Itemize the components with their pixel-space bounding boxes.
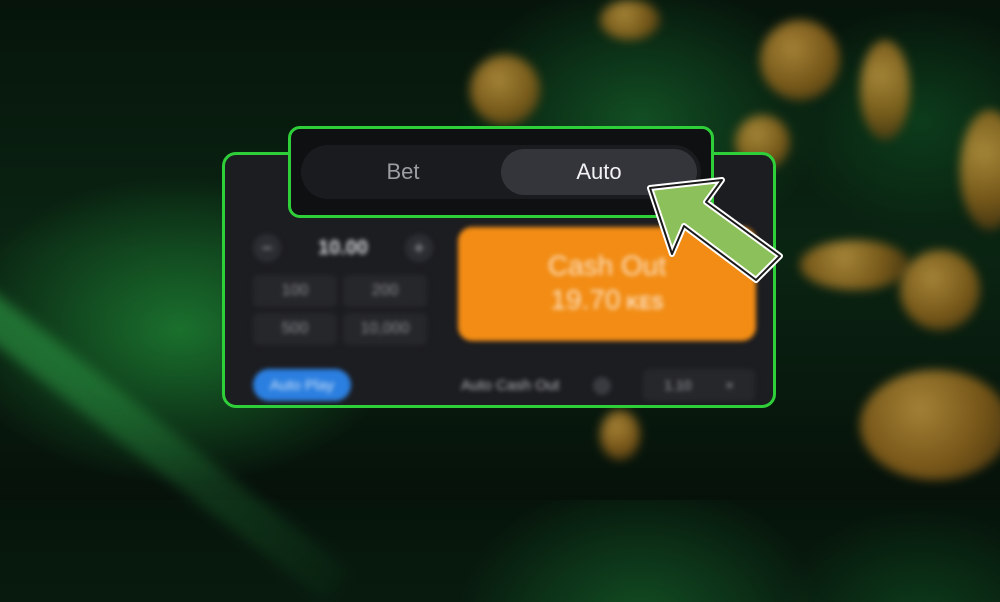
bet-amount: 10.00	[317, 236, 369, 259]
auto-cash-out-toggle[interactable]	[593, 377, 611, 395]
auto-cash-out-label: Auto Cash Out	[461, 377, 560, 394]
cash-out-value: 19.70	[550, 283, 621, 315]
quick-amount-button[interactable]: 100	[253, 275, 337, 307]
arrow-pointer-icon	[647, 177, 783, 283]
increase-button[interactable]: +	[405, 234, 433, 262]
multiplier-value: 1.10	[664, 377, 692, 393]
bet-amount-stepper[interactable]: − 10.00 +	[253, 231, 433, 265]
decrease-button[interactable]: −	[253, 234, 281, 262]
clear-icon[interactable]: ×	[726, 377, 734, 393]
auto-play-button[interactable]: Auto Play	[253, 369, 351, 401]
quick-amount-button[interactable]: 500	[253, 313, 337, 345]
currency-label: KES	[626, 292, 664, 313]
quick-amount-button[interactable]: 200	[343, 275, 427, 307]
quick-amount-button[interactable]: 10,000	[343, 313, 427, 345]
tab-bet[interactable]: Bet	[305, 149, 501, 195]
auto-cash-out-multiplier-input[interactable]: 1.10 ×	[643, 369, 755, 401]
